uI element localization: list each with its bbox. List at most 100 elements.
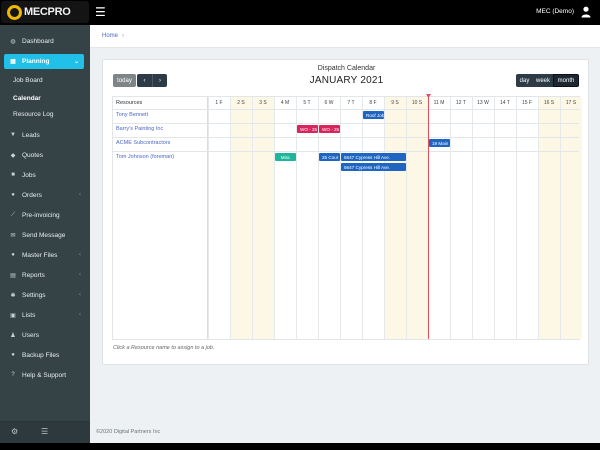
day-header: 11 M xyxy=(433,100,445,106)
day-column[interactable] xyxy=(516,97,538,339)
list-icon[interactable]: ☰ xyxy=(41,427,48,436)
grid-row-line xyxy=(113,109,579,110)
grid-row-line xyxy=(113,137,579,138)
day-column[interactable] xyxy=(252,97,274,339)
day-column[interactable] xyxy=(230,97,252,339)
main-content: Home › Dispatch Calendar JANUARY 2021 to… xyxy=(90,25,600,443)
resource-link[interactable]: Tom Johnson (foreman) xyxy=(116,154,174,160)
top-bar: MECPRO ☰ MEC (Demo) xyxy=(0,0,600,25)
event-bar[interactable]: 5647 Cypress Hill Ave. xyxy=(341,153,406,161)
prev-button[interactable]: ‹ xyxy=(137,74,152,87)
resource-link[interactable]: Tony Bennett xyxy=(116,112,148,118)
sidebar-item-label: Backup Files xyxy=(22,351,60,359)
sidebar-item-send-message[interactable]: ✉ Send Message xyxy=(0,228,90,242)
sidebar-item-label: Lists xyxy=(22,311,36,319)
sidebar-item-label: Planning xyxy=(22,58,50,65)
event-bar[interactable]: WO - 25 xyxy=(297,125,318,133)
day-column[interactable] xyxy=(318,97,340,339)
day-column[interactable] xyxy=(450,97,472,339)
day-column[interactable] xyxy=(538,97,560,339)
report-icon: ▤ xyxy=(10,272,16,279)
event-bar[interactable]: 5647 Cypress Hill Ave. xyxy=(341,163,406,171)
day-header: 12 T xyxy=(456,100,466,106)
day-column[interactable] xyxy=(208,97,230,339)
sidebar-subitem-job-board[interactable]: Job Board xyxy=(13,77,43,84)
calendar-icon: ▦ xyxy=(10,59,16,65)
day-column[interactable] xyxy=(560,97,582,339)
chevron-left-icon: ‹ xyxy=(79,312,81,318)
chevron-left-icon: ‹ xyxy=(79,252,81,258)
resources-header: Resources xyxy=(116,100,143,106)
gear-icon[interactable]: ⚙ xyxy=(11,427,18,436)
event-bar[interactable]: Misc xyxy=(275,153,296,161)
sidebar-item-backup-files[interactable]: ● Backup Files xyxy=(0,348,90,362)
today-button[interactable]: today xyxy=(113,74,136,87)
resource-link[interactable]: ACME Subcontractors xyxy=(116,140,170,146)
event-bar[interactable]: 19 Main xyxy=(429,139,450,147)
sidebar-subitem-calendar[interactable]: Calendar xyxy=(13,95,41,102)
cart-icon: ● xyxy=(11,192,15,198)
day-column[interactable] xyxy=(362,97,384,339)
chevron-down-icon: ⌄ xyxy=(73,59,79,65)
sidebar-item-planning[interactable]: ▦ Planning ⌄ xyxy=(4,54,84,69)
day-column[interactable] xyxy=(472,97,494,339)
logo-text: MECPRO xyxy=(24,6,71,18)
day-view-button[interactable]: day xyxy=(516,74,533,87)
event-bar[interactable]: Roof Job xyxy=(363,111,384,119)
day-header: 1 F xyxy=(215,100,223,106)
chevron-left-icon: ‹ xyxy=(79,192,81,198)
grid-row-line xyxy=(113,123,579,124)
day-column[interactable] xyxy=(406,97,428,339)
sidebar-item-dashboard[interactable]: ◍ Dashboard xyxy=(0,34,90,48)
day-header: 3 S xyxy=(259,100,267,106)
sidebar-item-jobs[interactable]: ■ Jobs xyxy=(0,168,90,182)
calendar-title: Dispatch Calendar xyxy=(317,65,376,72)
backup-icon: ● xyxy=(11,352,15,358)
user-name[interactable]: MEC (Demo) xyxy=(536,8,574,15)
sidebar-item-label: Pre-invoicing xyxy=(22,211,60,219)
day-column[interactable] xyxy=(274,97,296,339)
sidebar-footer: ⚙ ☰ xyxy=(0,421,90,443)
sidebar-item-label: Jobs xyxy=(22,171,36,179)
month-view-button[interactable]: month xyxy=(553,74,579,87)
sidebar-item-help-support[interactable]: ? Help & Support xyxy=(0,368,90,382)
menu-toggle-icon[interactable]: ☰ xyxy=(95,6,106,18)
week-view-button[interactable]: week xyxy=(533,74,553,87)
day-column[interactable] xyxy=(384,97,406,339)
sidebar-item-reports[interactable]: ▤ Reports ‹ xyxy=(0,268,90,282)
day-header: 4 M xyxy=(280,100,290,106)
day-header: 15 F xyxy=(521,100,532,106)
truck-icon: ■ xyxy=(11,172,15,178)
next-button[interactable]: › xyxy=(152,74,167,87)
sidebar-item-leads[interactable]: ▼ Leads xyxy=(0,128,90,142)
sidebar-subitem-resource-log[interactable]: Resource Log xyxy=(13,111,53,118)
envelope-icon: ✉ xyxy=(10,232,16,239)
chevron-left-icon: ‹ xyxy=(79,272,81,278)
sidebar-item-quotes[interactable]: ◆ Quotes xyxy=(0,148,90,162)
calendar-card: Dispatch Calendar JANUARY 2021 today ‹ ›… xyxy=(102,59,589,365)
day-header: 6 W xyxy=(324,100,334,106)
day-column[interactable] xyxy=(428,97,450,339)
sidebar-item-label: Reports xyxy=(22,271,45,279)
resource-link[interactable]: Barry's Painting Inc xyxy=(116,126,163,132)
event-bar[interactable]: WO - 25 xyxy=(319,125,340,133)
day-header: 7 T xyxy=(347,100,355,106)
sidebar-item-users[interactable]: ♟ Users xyxy=(0,328,90,342)
day-column[interactable] xyxy=(340,97,362,339)
sidebar-item-settings[interactable]: ✱ Settings ‹ xyxy=(0,288,90,302)
sidebar-item-master-files[interactable]: ● Master Files ‹ xyxy=(0,248,90,262)
day-header: 9 S xyxy=(391,100,399,106)
logo[interactable]: MECPRO xyxy=(1,1,89,23)
sidebar-item-label: Leads xyxy=(22,131,40,139)
sidebar-item-lists[interactable]: ▣ Lists ‹ xyxy=(0,308,90,322)
breadcrumb-separator: › xyxy=(122,33,124,39)
event-bar[interactable]: 25 Cour xyxy=(319,153,340,161)
day-column[interactable] xyxy=(494,97,516,339)
logo-mark xyxy=(7,4,22,20)
user-icon[interactable] xyxy=(581,6,591,18)
sidebar-item-pre-invoicing[interactable]: ⟋ Pre-invoicing xyxy=(0,208,90,222)
sidebar-item-label: Users xyxy=(22,331,39,339)
breadcrumb-home-link[interactable]: Home xyxy=(102,33,118,39)
day-column[interactable] xyxy=(296,97,318,339)
sidebar-item-orders[interactable]: ● Orders ‹ xyxy=(0,188,90,202)
